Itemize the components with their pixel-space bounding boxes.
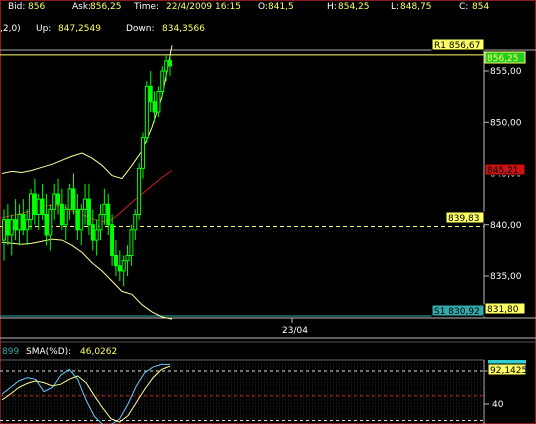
indicator-name: SMA(%D):: [26, 347, 71, 357]
candle-body: [110, 224, 115, 256]
indicator-prefix: 899: [2, 347, 19, 357]
candle-body: [40, 198, 45, 215]
candle-body: [156, 91, 161, 113]
candle-body: [137, 167, 142, 215]
candle-body: [90, 224, 95, 241]
candle-body: [86, 198, 91, 226]
candle-body: [144, 85, 149, 139]
indicator-value: 46,0262: [80, 347, 117, 357]
candle-body: [140, 137, 145, 169]
candle-body: [67, 188, 72, 210]
candle-body: [125, 255, 130, 262]
price-axis-label: 850,00: [490, 118, 522, 128]
candle-body: [164, 60, 169, 72]
level-tag: 839,83: [448, 214, 480, 224]
candle-body: [133, 214, 138, 231]
price-chart[interactable]: 899 SMA(%D): 46,0262 23/04 855,00 850,00 8…: [0, 0, 536, 424]
price-axis-label: 855,00: [490, 67, 522, 77]
candle-body: [75, 208, 80, 231]
candle-body: [83, 198, 88, 210]
candle-body: [44, 214, 49, 236]
candle-body: [59, 203, 64, 226]
indicator-tag: 92,1425: [490, 366, 527, 376]
candle-body: [152, 101, 157, 113]
candle-body: [63, 208, 68, 226]
candle-body: [2, 219, 6, 241]
bollinger-lower-line: [1, 238, 173, 320]
candle-body: [29, 193, 34, 221]
candle-body: [79, 208, 84, 231]
price-axis-label: 840,00: [490, 221, 522, 231]
candle-body: [168, 60, 172, 67]
candle-body: [117, 265, 122, 272]
candle-body: [71, 188, 76, 210]
indicator-axis-label: 40: [492, 400, 504, 410]
candle-body: [148, 85, 153, 103]
candle-body: [121, 260, 126, 272]
middle-band-tag: 845,21: [487, 166, 519, 176]
bottom-price-tag: 831,80: [487, 305, 519, 315]
candle-body: [21, 214, 26, 231]
candle-body: [9, 219, 14, 236]
candle-body: [113, 255, 118, 267]
price-axis-label: 835,00: [490, 272, 522, 282]
candle-body: [25, 219, 30, 231]
candle-body: [36, 198, 41, 215]
candle-body: [48, 208, 53, 236]
candle-body: [17, 214, 22, 231]
candle-body: [160, 70, 165, 92]
last-price-tag: 856,25: [487, 54, 519, 64]
candle-body: [52, 193, 57, 210]
candle-body: [94, 229, 99, 241]
candle-body: [129, 229, 134, 256]
time-label: 23/04: [282, 326, 308, 336]
candle-body: [32, 193, 37, 215]
candle-body: [13, 219, 18, 231]
candle-body: [56, 193, 61, 205]
candle-body: [98, 214, 103, 231]
candle-body: [106, 203, 111, 226]
s1-tag: S1 830,92: [434, 307, 480, 317]
candle-body: [5, 219, 10, 236]
r1-tag: R1 856,67: [434, 41, 480, 51]
candle-body: [102, 203, 107, 215]
